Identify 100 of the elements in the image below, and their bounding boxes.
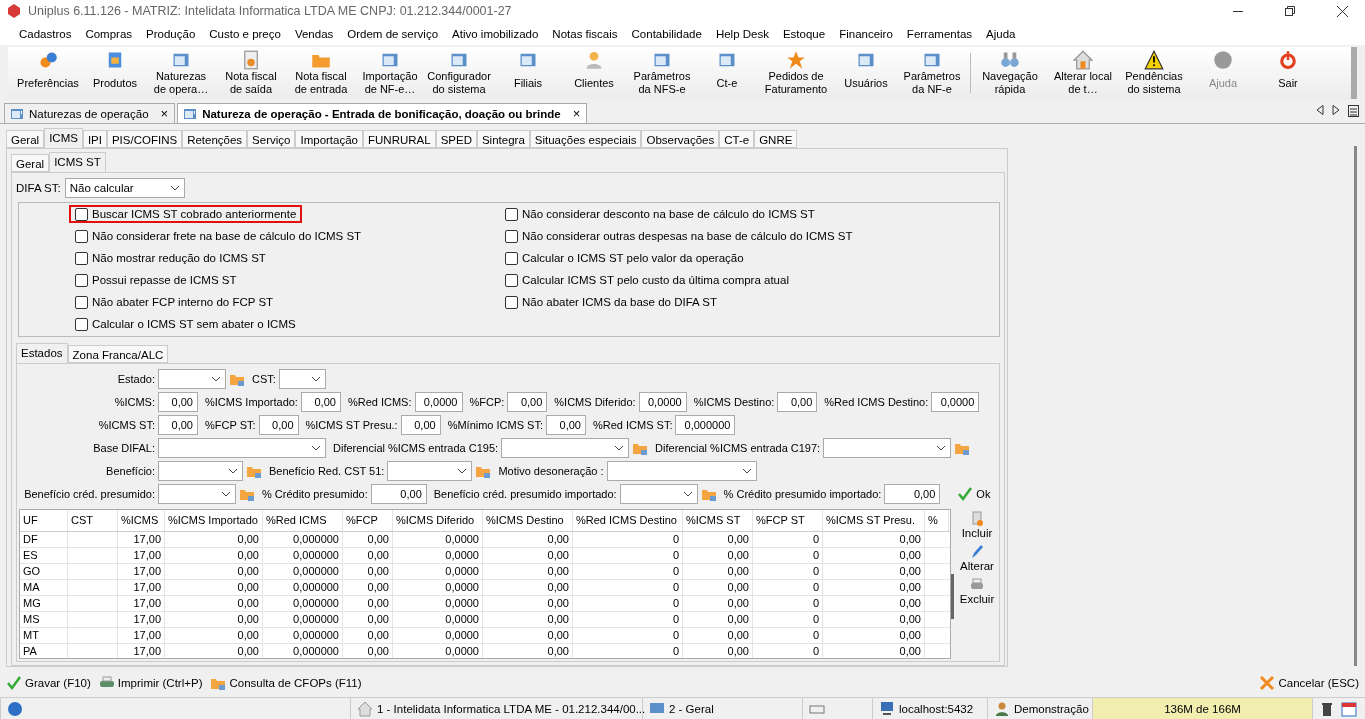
close-tab-button[interactable]: × (160, 106, 169, 121)
checkbox[interactable] (505, 295, 518, 309)
toolbar-button[interactable]: Navegação rápida (973, 47, 1047, 99)
action-button[interactable]: Incluir (961, 511, 993, 539)
tab[interactable]: Zona Franca/ALC (67, 345, 169, 363)
column-header[interactable]: CST (68, 510, 118, 531)
select-field[interactable] (823, 437, 952, 458)
tab[interactable]: Sintegra (476, 130, 530, 148)
menu-item[interactable]: Cadastros (12, 27, 79, 40)
toolbar-button[interactable]: Parâmetros da NF-e (896, 47, 968, 99)
tab[interactable]: Importação (295, 130, 363, 148)
action-button[interactable]: Alterar (960, 544, 994, 572)
tab[interactable]: Retenções (182, 130, 248, 148)
checkbox[interactable] (505, 251, 518, 265)
checkbox-option[interactable]: Buscar ICMS ST cobrado anteriormente (69, 205, 303, 223)
menu-item[interactable]: Ordem de serviço (340, 27, 446, 40)
column-header[interactable]: % (925, 510, 949, 531)
document-tab[interactable]: Natureza de operação - Entrada de bonificação, doação ou brinde × (177, 103, 588, 123)
footer-button[interactable]: Imprimir (Ctrl+P) (98, 675, 203, 691)
checkbox-option[interactable]: Não considerar frete na base de cálculo do ICMS ST (69, 227, 368, 245)
checkbox[interactable] (75, 229, 88, 243)
checkbox[interactable] (505, 273, 518, 287)
menu-item[interactable]: Compras (78, 27, 140, 40)
select-field[interactable] (278, 368, 326, 389)
close-tab-button[interactable]: × (572, 106, 581, 121)
checkbox-option[interactable]: Não considerar desconto na base de cálculo do ICMS ST (499, 205, 821, 223)
column-header[interactable]: %FCP (343, 510, 393, 531)
input-field[interactable]: 0,0000 (931, 391, 980, 412)
menu-item[interactable]: Notas fiscais (545, 27, 625, 40)
menu-item[interactable]: Contabilidade (624, 27, 709, 40)
checkbox[interactable] (75, 273, 88, 287)
scrollbar-thumb[interactable] (951, 574, 954, 619)
checkbox-option[interactable]: Calcular ICMS ST pelo custo da última compra atual (499, 271, 795, 289)
input-field[interactable]: 0,00 (777, 391, 818, 412)
select-field[interactable] (158, 368, 226, 389)
input-field[interactable]: 0,00 (400, 414, 441, 435)
select-field[interactable] (387, 460, 473, 481)
column-header[interactable]: %ICMS ST Presu. (823, 510, 925, 531)
column-header[interactable]: %ICMS Importado (165, 510, 263, 531)
menu-item[interactable]: Custo e preço (202, 27, 288, 40)
scrollbar[interactable] (1354, 146, 1357, 666)
cancel-button[interactable]: Cancelar (ESC) (1259, 675, 1359, 691)
column-header[interactable]: %ICMS Destino (483, 510, 573, 531)
menu-item[interactable]: Help Desk (708, 27, 776, 40)
input-field[interactable]: 0,0000 (638, 391, 687, 412)
checkbox-option[interactable]: Calcular o ICMS ST sem abater o ICMS (69, 315, 302, 333)
tab[interactable]: SPED (435, 130, 477, 148)
menu-item[interactable]: Ativo imobilizado (445, 27, 546, 40)
checkbox[interactable] (75, 207, 88, 221)
select-field[interactable]: Não calcular (64, 178, 185, 198)
ok-button[interactable]: Ok (957, 485, 991, 502)
checkbox[interactable] (75, 295, 88, 309)
select-field[interactable] (158, 460, 243, 481)
input-field[interactable]: 0,00 (507, 391, 548, 412)
tab[interactable]: Geral (11, 154, 50, 172)
column-header[interactable]: %Red ICMS (263, 510, 343, 531)
tab[interactable]: Situações especiais (529, 130, 642, 148)
toolbar-button[interactable]: Configurador do sistema (424, 47, 494, 99)
toolbar-button[interactable]: Filiais (494, 47, 562, 99)
select-field[interactable] (158, 437, 326, 458)
tab[interactable]: Geral (6, 130, 45, 148)
checkbox-option[interactable]: Não abater ICMS da base do DIFA ST (499, 293, 723, 311)
toolbar-button[interactable]: Ct-e (698, 47, 756, 99)
toolbar-button[interactable]: Alterar local de t… (1047, 47, 1119, 99)
toolbar-button[interactable]: Nota fiscal de saída (216, 47, 286, 99)
input-field[interactable]: 0,000000 (675, 414, 736, 435)
input-field[interactable]: 0,00 (370, 483, 427, 504)
toolbar-button[interactable]: Nota fiscal de entrada (286, 47, 356, 99)
select-field[interactable] (501, 437, 630, 458)
checkbox[interactable] (75, 317, 88, 331)
menu-item[interactable]: Estoque (775, 27, 833, 40)
menu-item[interactable]: Ferramentas (899, 27, 980, 40)
tab[interactable]: PIS/COFINS (106, 130, 183, 148)
toolbar-button[interactable]: Preferências (12, 47, 84, 99)
toolbar-button[interactable]: Clientes (562, 47, 626, 99)
input-field[interactable]: 0,00 (158, 414, 198, 435)
tab[interactable]: IPI (82, 130, 107, 148)
toolbar-button[interactable]: Usuários (836, 47, 896, 99)
input-field[interactable]: 0,00 (300, 391, 341, 412)
checkbox-option[interactable]: Não abater FCP interno do FCP ST (69, 293, 280, 311)
toolbar-button[interactable]: Pedidos de Faturamento (756, 47, 836, 99)
column-header[interactable]: UF (20, 510, 68, 531)
toolbar-button[interactable]: Importação de NF-e… (356, 47, 424, 99)
toolbar-button[interactable]: Sair (1257, 47, 1319, 99)
checkbox[interactable] (505, 229, 518, 243)
column-header[interactable]: %ICMS ST (683, 510, 753, 531)
tab[interactable]: FUNRURAL (363, 130, 436, 148)
checkbox-option[interactable]: Não mostrar redução do ICMS ST (69, 249, 272, 267)
input-field[interactable]: 0,00 (884, 483, 941, 504)
toolbar-button[interactable]: Pendências do sistema (1119, 47, 1189, 99)
toolbar-button[interactable]: Produtos (84, 47, 146, 99)
column-header[interactable]: %ICMS Diferido (393, 510, 483, 531)
tab[interactable]: CT-e (719, 130, 755, 148)
tab[interactable]: Observações (641, 130, 720, 148)
menu-item[interactable]: Produção (139, 27, 203, 40)
select-field[interactable] (158, 483, 236, 504)
document-tab[interactable]: Naturezas de operação × (4, 103, 176, 123)
menu-item[interactable]: Vendas (287, 27, 341, 40)
select-field[interactable] (619, 483, 698, 504)
toolbar-button[interactable]: Parâmetros da NFS-e (626, 47, 698, 99)
